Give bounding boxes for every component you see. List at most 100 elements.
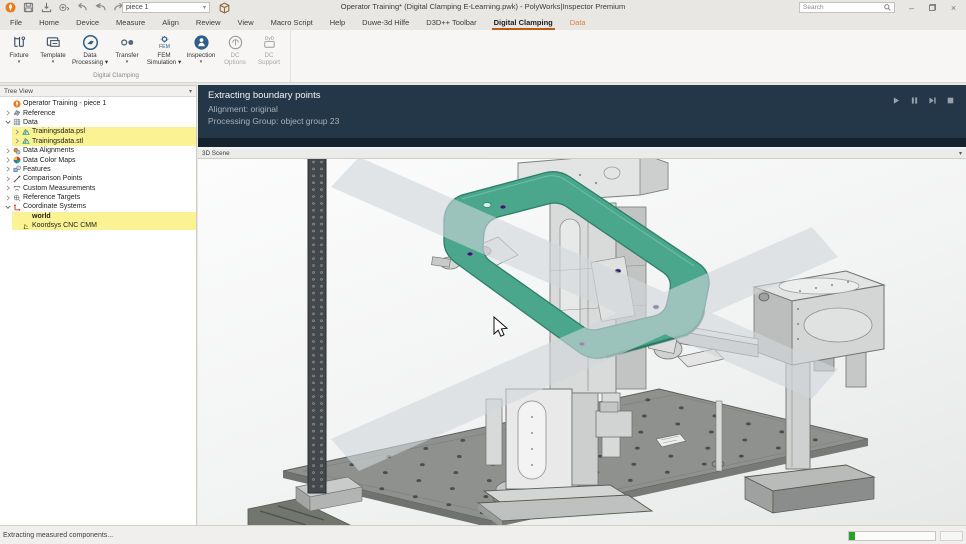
tree-item-koordsys-cnc-cmm[interactable]: Koordsys CNC CMM [0, 221, 196, 231]
tree-item-data-color-maps[interactable]: Data Color Maps [0, 155, 196, 164]
ribbon-button-transfer[interactable]: Transfer ▾ [110, 30, 144, 65]
piece-selector[interactable]: piece 1 ▾ [122, 2, 210, 13]
ribbon-button-template[interactable]: Template ▾ [36, 30, 70, 65]
tree-item-label: Reference Targets [23, 194, 81, 202]
tree-item-custom-measurements[interactable]: Custom Measurements [0, 184, 196, 193]
progress-message-panel: Extracting boundary points Alignment: or… [198, 85, 966, 138]
chevron-right-icon[interactable] [12, 137, 21, 146]
tree-item-operator-training-piece-1[interactable]: Operator Training - piece 1 [0, 99, 196, 108]
mouse-cursor [493, 315, 509, 337]
maximize-button[interactable] [922, 0, 943, 15]
tree-item-coordinate-systems[interactable]: Coordinate Systems [0, 202, 196, 211]
tree-body: Operator Training - piece 1 Reference Data… [0, 97, 196, 231]
pause-icon[interactable] [911, 91, 918, 109]
data-grid-icon [12, 118, 22, 127]
features-icon [12, 165, 22, 174]
chevron-right-icon[interactable] [3, 174, 12, 183]
play-icon[interactable] [893, 91, 900, 109]
chevron-down-icon: ▾ [202, 5, 206, 11]
tree-item-reference[interactable]: Reference [0, 108, 196, 117]
menu-item-measure[interactable]: Measure [116, 18, 145, 27]
tree-item-data[interactable]: Data [0, 118, 196, 127]
title-bar: piece 1 ▾ Operator Training* (Digital Cl… [0, 0, 966, 15]
ribbon-button-label: Data [83, 52, 97, 59]
menu-item-duwe-3d-hilfe[interactable]: Duwe-3d Hilfe [362, 18, 409, 27]
chevron-right-icon[interactable] [3, 109, 12, 118]
piece-selector-value: piece 1 [126, 4, 149, 11]
mail-icon[interactable] [58, 1, 71, 14]
save-icon[interactable] [22, 1, 35, 14]
chevron-right-icon[interactable] [3, 184, 12, 193]
ribbon-button-label: Template [40, 52, 66, 59]
status-side-box [940, 531, 963, 541]
search-placeholder: Search [803, 4, 824, 11]
chevron-down-icon[interactable] [3, 118, 12, 127]
tree-item-data-alignments[interactable]: Data Alignments [0, 146, 196, 155]
tree-item-features[interactable]: Features [0, 165, 196, 174]
search-input[interactable]: Search [799, 2, 895, 13]
quick-access-toolbar [4, 1, 125, 14]
ribbon-button-data-processing[interactable]: Data Processing ▾ [70, 30, 110, 66]
scene-title-bar[interactable]: 3D Scene ▾ [198, 149, 966, 159]
menu-item-help[interactable]: Help [330, 18, 345, 27]
tree-item-reference-targets[interactable]: Reference Targets [0, 193, 196, 202]
ribbon-button-inspection[interactable]: Inspection ▾ [184, 30, 218, 65]
measurement-icon [12, 184, 22, 193]
menu-item-file[interactable]: File [10, 18, 22, 27]
ribbon-button-label2: Simulation ▾ [146, 59, 182, 66]
package-icon[interactable] [218, 1, 231, 14]
chevron-right-icon[interactable] [3, 146, 12, 155]
menu-item-digital-clamping[interactable]: Digital Clamping [491, 18, 555, 30]
chevron-down-icon: ▾ [199, 59, 203, 65]
ribbon-button-label: DC [230, 52, 240, 59]
tree-item-world[interactable]: world [0, 211, 196, 222]
ribbon: Fixture ▾ Template ▾ Data Processing ▾ Transfe… [0, 30, 966, 83]
ribbon-button-label2: Support [257, 59, 281, 66]
import-icon[interactable] [40, 1, 53, 14]
chevron-down-icon: ▾ [958, 151, 962, 157]
menu-item-device[interactable]: Device [76, 18, 99, 27]
tree-item-label: Comparison Points [23, 175, 83, 183]
tree-view-header[interactable]: Tree View ▾ [0, 86, 196, 97]
tree-item-trainingsdata-psl[interactable]: Trainingsdata.psl [0, 127, 196, 137]
tree-item-label: Features [23, 165, 51, 173]
chevron-right-icon[interactable] [12, 127, 21, 136]
menu-item-macro-script[interactable]: Macro Script [271, 18, 313, 27]
ribbon-button-label2: Options [224, 59, 246, 66]
menu-item-align[interactable]: Align [162, 18, 179, 27]
chevron-down-icon[interactable] [3, 202, 12, 211]
minimize-button[interactable]: – [901, 0, 922, 15]
chevron-right-icon[interactable] [3, 193, 12, 202]
menu-item-data[interactable]: Data [570, 18, 586, 27]
3d-scene-render [247, 159, 886, 525]
tree-view-panel: Tree View ▾ Operator Training - piece 1R… [0, 85, 197, 525]
menu-item-d3d-toolbar[interactable]: D3D++ Toolbar [426, 18, 476, 27]
ribbon-button-label: FEM [157, 52, 171, 59]
stop-icon[interactable] [947, 91, 954, 109]
ribbon-button-label: Inspection [186, 52, 216, 59]
inspection-icon [191, 33, 211, 52]
menu-item-view[interactable]: View [238, 18, 254, 27]
tree-item-trainingsdata-stl[interactable]: Trainingsdata.stl [0, 136, 196, 146]
tree-item-label: Coordinate Systems [23, 203, 87, 211]
menu-item-home[interactable]: Home [39, 18, 59, 27]
chevron-right-icon[interactable] [3, 156, 12, 165]
tree-item-label: world [32, 212, 51, 220]
ribbon-button-fixture[interactable]: Fixture ▾ [2, 30, 36, 65]
ribbon-button-label: Transfer [115, 52, 139, 59]
tree-item-comparison-points[interactable]: Comparison Points [0, 174, 196, 183]
fem-simulation-icon: FEM [154, 33, 174, 52]
menu-item-review[interactable]: Review [196, 18, 221, 27]
tree-item-label: Custom Measurements [23, 184, 96, 192]
ribbon-button-label: Fixture [9, 52, 29, 59]
dc-support-icon: DyD [259, 33, 279, 52]
chevron-right-icon[interactable] [3, 165, 12, 174]
ribbon-button-fem-simulation[interactable]: FEM FEM Simulation ▾ [144, 30, 184, 66]
skip-icon[interactable] [929, 91, 936, 109]
undo-double-icon[interactable] [94, 1, 107, 14]
close-button[interactable]: × [943, 0, 964, 15]
3d-viewport[interactable] [198, 159, 966, 525]
undo-icon[interactable] [76, 1, 89, 14]
tree-item-label: Data [23, 118, 38, 126]
